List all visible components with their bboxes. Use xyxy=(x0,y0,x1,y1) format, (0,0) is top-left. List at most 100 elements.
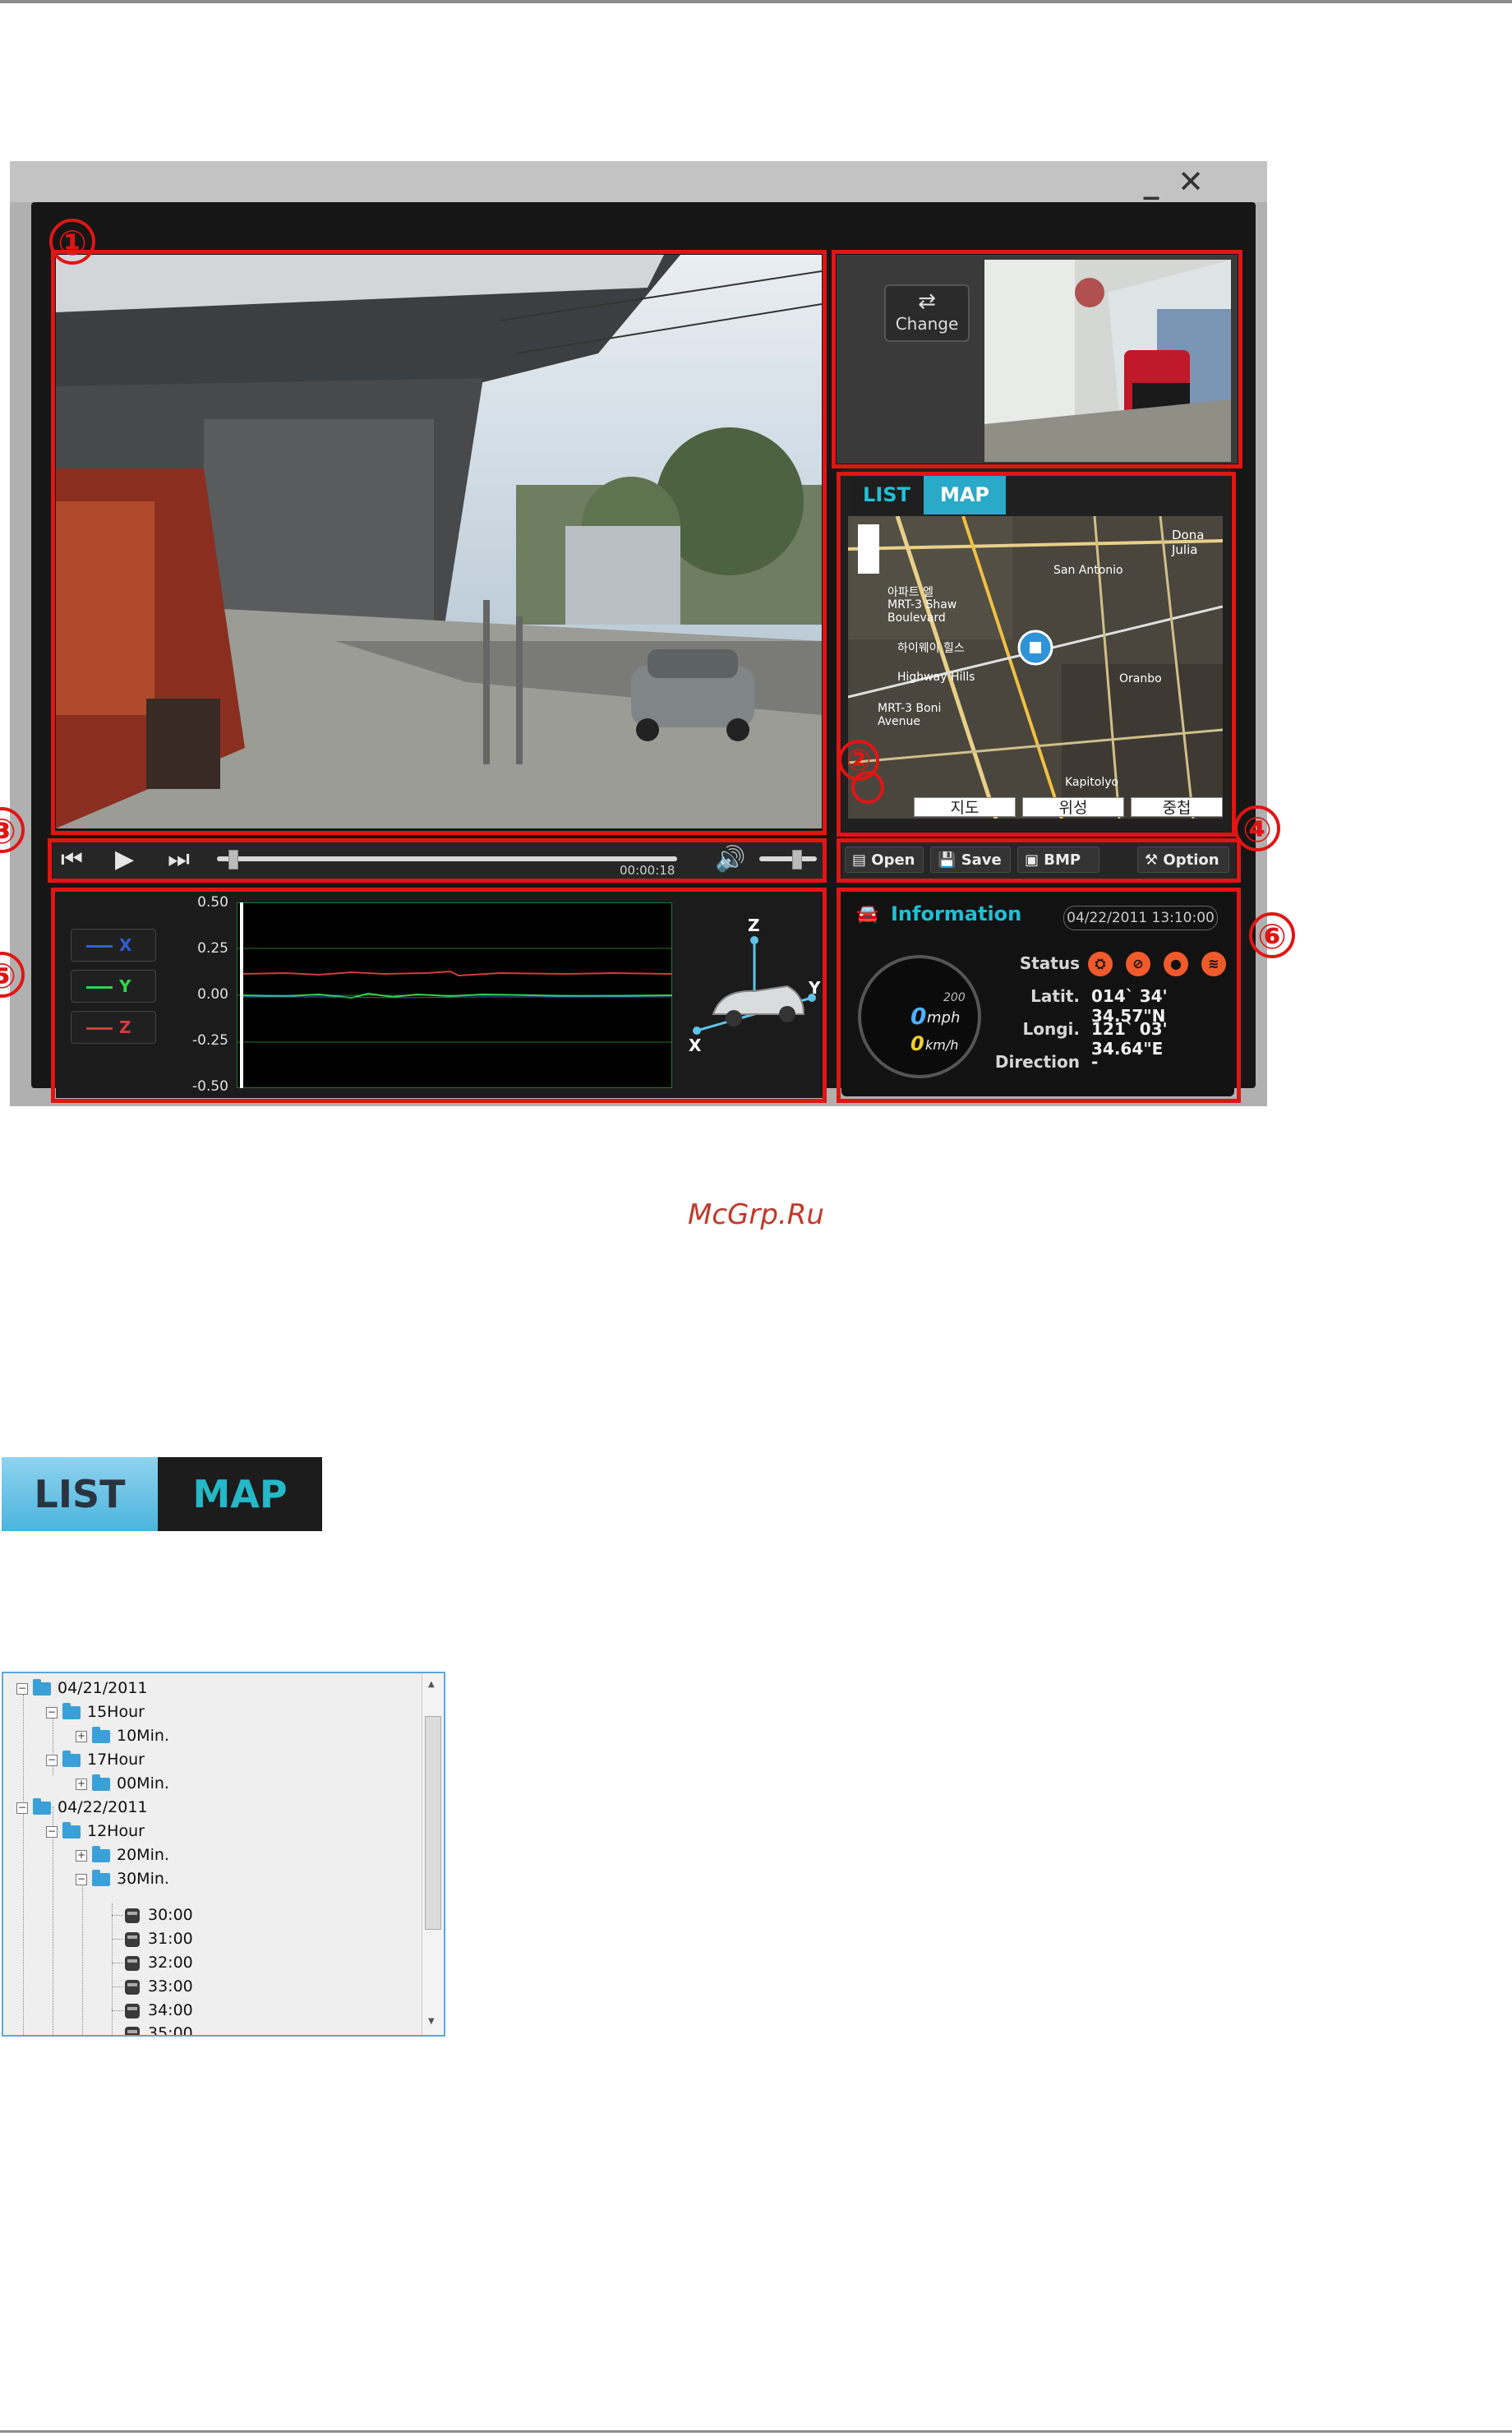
info-title: Information xyxy=(891,902,1022,925)
tree-file-item[interactable]: 32:00 xyxy=(125,1951,193,1974)
scroll-thumb[interactable] xyxy=(425,1716,441,1930)
folder-icon xyxy=(92,1774,110,1791)
closeup-tab-list[interactable]: LIST xyxy=(2,1457,158,1531)
map-label-highway-hills-kr: 하이웨이 힐스 xyxy=(897,642,965,655)
expand-toggle-icon[interactable]: + xyxy=(76,1849,87,1862)
tree-line xyxy=(112,1915,123,1916)
ytick-1: 0.25 xyxy=(197,940,228,957)
sub-video-view[interactable] xyxy=(984,260,1231,462)
save-button[interactable]: 💾 Save xyxy=(930,847,1011,873)
next-icon[interactable]: ⏭ xyxy=(168,840,190,879)
tree-node-hour[interactable]: − 17Hour xyxy=(46,1748,145,1771)
tree-node-minute[interactable]: +00Min. xyxy=(76,1772,169,1795)
scroll-up-icon[interactable]: ▲ xyxy=(428,1680,435,1689)
tree-file-label: 35:00 xyxy=(148,2024,193,2037)
collapse-toggle-icon[interactable]: − xyxy=(46,1706,58,1719)
collapse-toggle-icon[interactable]: − xyxy=(46,1825,58,1838)
image-icon: ▣ xyxy=(1025,851,1044,869)
folder-icon xyxy=(62,1821,81,1839)
folder-icon xyxy=(62,1750,81,1767)
folder-icon xyxy=(33,1678,51,1696)
tree-file-item[interactable]: 30:00 xyxy=(125,1903,193,1926)
speed-kmh-unit: km/h xyxy=(925,1037,959,1053)
map-label-shaw: MRT-3 Shaw Boulevard xyxy=(887,598,957,625)
axis-y-label: Y xyxy=(119,976,131,996)
tree-file-item[interactable]: 34:00 xyxy=(125,1999,193,2022)
axis-z-letter: Z xyxy=(748,916,760,935)
minimize-button[interactable]: _ xyxy=(1136,166,1167,197)
open-button[interactable]: ▤ Open xyxy=(845,847,924,873)
information-panel: 🚘 Information 04/22/2011 13:10:00 200 0 … xyxy=(841,893,1234,1096)
collapse-toggle-icon[interactable]: − xyxy=(16,1802,28,1814)
tree-node-date[interactable]: − 04/22/2011 xyxy=(16,1796,148,1819)
crash-status-icon: ≋ xyxy=(1201,952,1226,976)
volume-icon[interactable]: 🔊 xyxy=(715,840,745,879)
tree-node-hour[interactable]: − 15Hour xyxy=(46,1700,145,1723)
collapse-toggle-icon[interactable]: − xyxy=(76,1873,87,1885)
tree-node-minute[interactable]: +20Min. xyxy=(76,1843,169,1866)
tree-node-hour[interactable]: − 12Hour xyxy=(46,1820,145,1843)
change-camera-button[interactable]: ⇄ Change xyxy=(884,284,970,342)
axis-y-button[interactable]: Y xyxy=(71,970,156,1003)
volume-handle[interactable] xyxy=(792,850,802,870)
map-type-map-button[interactable]: 지도 xyxy=(914,797,1016,817)
main-video-view[interactable] xyxy=(56,255,822,828)
expand-toggle-icon[interactable]: + xyxy=(76,1778,87,1790)
map-type-hybrid-button[interactable]: 중첩 xyxy=(1131,797,1223,817)
viewer-app: ⇄ Change LIST MAP Dona Julia San Antonio… xyxy=(31,202,1256,1103)
tree-node-minute[interactable]: +10Min. xyxy=(76,1724,169,1747)
axis-x-button[interactable]: X xyxy=(71,929,156,962)
play-icon[interactable]: ▶ xyxy=(115,840,134,879)
volume-slider[interactable] xyxy=(759,856,817,861)
seek-bar[interactable] xyxy=(217,856,677,861)
previous-icon[interactable]: ⏮ xyxy=(61,840,83,879)
list-map-tabs-closeup: LIST MAP xyxy=(2,1457,322,1531)
latitude-label: Latit. xyxy=(1030,986,1080,1006)
bmp-button[interactable]: ▣ BMP xyxy=(1017,847,1099,873)
marker-1: ① xyxy=(49,219,95,265)
map-type-buttons: 지도 위성 중첩 xyxy=(848,797,1223,819)
tree-file-label: 32:00 xyxy=(148,1954,193,1972)
tree-file-item[interactable]: 31:00 xyxy=(125,1927,193,1950)
tree-file-label: 30:00 xyxy=(148,1906,193,1924)
tab-list[interactable]: LIST xyxy=(850,475,924,514)
swap-arrows-icon: ⇄ xyxy=(918,289,936,314)
list-map-panel: LIST MAP Dona Julia San Antonio 아파트 엘 MR… xyxy=(841,468,1231,832)
page-bottom-rule xyxy=(0,2430,1512,2433)
axis-z-swatch xyxy=(86,1027,113,1030)
video-file-icon xyxy=(125,1979,140,1995)
collapse-toggle-icon[interactable]: − xyxy=(16,1682,28,1695)
map-label-apartment: 아파트 엘 xyxy=(887,586,933,599)
expand-toggle-icon[interactable]: + xyxy=(76,1730,87,1742)
open-label: Open xyxy=(871,851,915,869)
seek-handle[interactable] xyxy=(228,850,238,870)
tree-scrollbar[interactable]: ▲ ▼ xyxy=(422,1673,444,2035)
map-type-satellite-button[interactable]: 위성 xyxy=(1022,797,1124,817)
tree-node-label: 15Hour xyxy=(87,1703,145,1721)
map-label-san-antonio: San Antonio xyxy=(1053,564,1123,577)
option-button[interactable]: ⚒ Option xyxy=(1137,847,1229,873)
axis-x-label: X xyxy=(119,935,132,955)
map-label-kapitolyo: Kapitolyo xyxy=(1065,776,1119,789)
tab-map[interactable]: MAP xyxy=(924,475,1006,514)
longitude-label: Longi. xyxy=(1022,1019,1081,1039)
tree-file-item[interactable]: 35:00 xyxy=(125,2022,193,2037)
gsensor-plot[interactable] xyxy=(236,902,673,1089)
folder-icon: ▤ xyxy=(852,851,872,869)
option-label: Option xyxy=(1163,851,1219,869)
collapse-toggle-icon[interactable]: − xyxy=(46,1754,58,1766)
axis-y-letter: Y xyxy=(809,978,821,998)
site-watermark: McGrp.Ru xyxy=(688,1198,824,1231)
recording-tree-view: −04/21/2011 − 15Hour +10Min. −17Hour +00M… xyxy=(2,1672,445,2037)
tree-file-item[interactable]: 33:00 xyxy=(125,1975,193,1998)
closeup-tab-map[interactable]: MAP xyxy=(158,1457,322,1531)
close-button[interactable]: ✕ xyxy=(1175,166,1206,197)
axis-z-button[interactable]: Z xyxy=(71,1011,156,1044)
marker-4: ④ xyxy=(1234,805,1280,851)
tree-node-date[interactable]: − 04/21/2011 xyxy=(16,1677,148,1700)
playback-time: 00:00:18 xyxy=(620,863,675,878)
scroll-down-icon[interactable]: ▼ xyxy=(428,2017,435,2026)
map-label-dona-julia: Dona Julia xyxy=(1172,528,1205,557)
map-view[interactable]: Dona Julia San Antonio 아파트 엘 MRT-3 Shaw … xyxy=(848,516,1223,819)
tree-node-minute[interactable]: − 30Min. xyxy=(76,1867,169,1890)
